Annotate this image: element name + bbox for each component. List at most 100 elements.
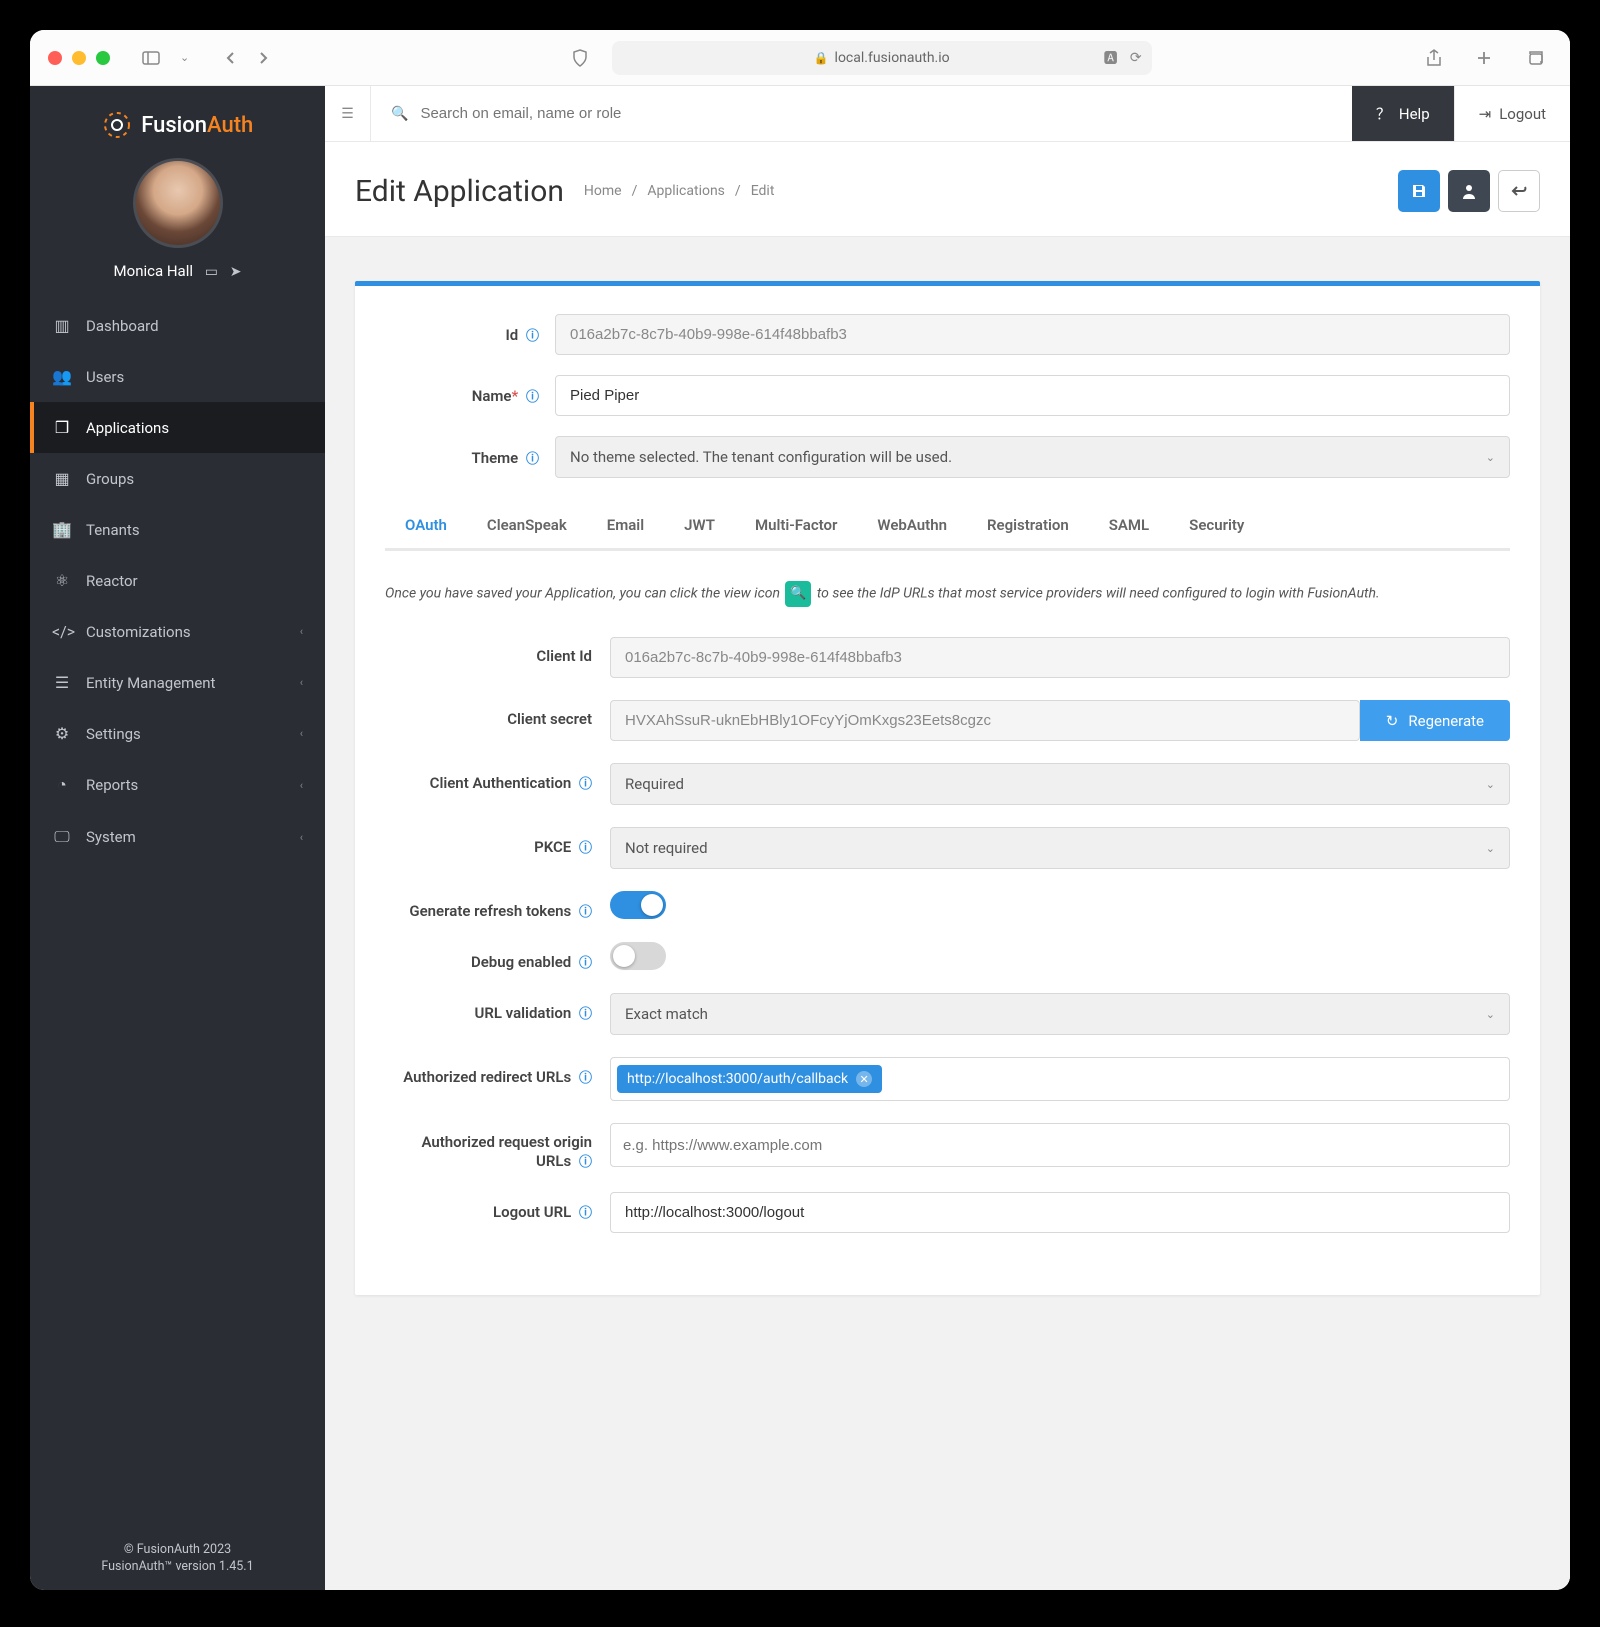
back-action-button[interactable] (1498, 170, 1540, 212)
crumb-applications[interactable]: Applications (647, 183, 725, 199)
user-name: Monica Hall (114, 262, 193, 280)
monitor-icon: 🖵 (52, 827, 72, 847)
traffic-lights (48, 51, 110, 65)
logout-url-field[interactable] (610, 1192, 1510, 1233)
remove-tag-icon[interactable]: ✕ (856, 1071, 872, 1087)
tab-multi-factor[interactable]: Multi-Factor (735, 502, 857, 551)
search-input[interactable] (420, 105, 1331, 122)
shield-icon[interactable] (564, 43, 596, 73)
view-icon: 🔍 (785, 581, 811, 607)
info-icon[interactable]: ⓘ (579, 1007, 592, 1022)
logout-icon: ⇥ (1479, 105, 1492, 123)
name-field[interactable] (555, 375, 1510, 416)
sidebar-item-entity-management[interactable]: ☰Entity Management‹ (30, 657, 325, 708)
client-secret-field (610, 700, 1360, 741)
info-icon[interactable]: ⓘ (526, 452, 539, 467)
theme-select[interactable]: No theme selected. The tenant configurat… (555, 436, 1510, 478)
info-icon[interactable]: ⓘ (526, 390, 539, 405)
page-title: Edit Application (355, 174, 564, 209)
card: Id ⓘ Name* ⓘ Theme ⓘ No theme selected. … (355, 281, 1540, 1295)
tab-security[interactable]: Security (1169, 502, 1264, 551)
redirect-urls-input[interactable]: http://localhost:3000/auth/callback✕ (610, 1057, 1510, 1101)
tab-webauthn[interactable]: WebAuthn (857, 502, 967, 551)
redirect-urls-label: Authorized redirect URLs (403, 1068, 571, 1086)
tab-saml[interactable]: SAML (1089, 502, 1169, 551)
logo: FusionAuth (30, 86, 325, 158)
refresh-tokens-toggle[interactable] (610, 891, 666, 919)
reload-icon[interactable]: ⟳ (1130, 50, 1142, 66)
tabs-icon[interactable] (1518, 43, 1552, 73)
back-button[interactable] (217, 45, 245, 71)
logout-button[interactable]: ⇥Logout (1454, 86, 1570, 141)
crumb-home[interactable]: Home (584, 183, 622, 199)
version: FusionAuth™ version 1.45.1 (30, 1559, 325, 1574)
close-window[interactable] (48, 51, 62, 65)
nav: ▥Dashboard 👥Users ❒Applications ▦Groups … (30, 300, 325, 1526)
sidebar-item-reactor[interactable]: ⚛Reactor (30, 555, 325, 606)
sidebar: FusionAuth Monica Hall ▭ ➤ ▥Dashboard 👥U… (30, 86, 325, 1590)
code-icon: </> (52, 622, 72, 641)
topbar: ☰ 🔍 ？Help ⇥Logout (325, 86, 1570, 142)
browser-titlebar: ⌄ 🔒 local.fusionauth.io 🅰 ⟳ (30, 30, 1570, 86)
sidebar-item-system[interactable]: 🖵System‹ (30, 811, 325, 863)
chevron-left-icon: ‹ (300, 727, 303, 740)
sidebar-item-users[interactable]: 👥Users (30, 351, 325, 402)
sidebar-item-dashboard[interactable]: ▥Dashboard (30, 300, 325, 351)
info-icon[interactable]: ⓘ (526, 329, 539, 344)
info-icon[interactable]: ⓘ (579, 1071, 592, 1086)
id-card-icon[interactable]: ▭ (205, 264, 218, 280)
page-header: Edit Application Home/ Applications/ Edi… (325, 142, 1570, 237)
pkce-select[interactable]: Not required⌄ (610, 827, 1510, 869)
translate-icon[interactable]: 🅰 (1104, 48, 1118, 68)
tab-registration[interactable]: Registration (967, 502, 1089, 551)
debug-toggle[interactable] (610, 942, 666, 970)
info-icon[interactable]: ⓘ (579, 905, 592, 920)
url-validation-select[interactable]: Exact match⌄ (610, 993, 1510, 1035)
info-icon[interactable]: ⓘ (579, 956, 592, 971)
main: ☰ 🔍 ？Help ⇥Logout Edit Application Home/… (325, 86, 1570, 1590)
tab-email[interactable]: Email (587, 502, 664, 551)
location-icon[interactable]: ➤ (230, 264, 242, 280)
client-auth-select[interactable]: Required⌄ (610, 763, 1510, 805)
forward-button[interactable] (249, 45, 277, 71)
help-button[interactable]: ？Help (1352, 86, 1454, 141)
tab-cleanspeak[interactable]: CleanSpeak (467, 502, 587, 551)
new-tab-icon[interactable] (1468, 43, 1500, 73)
list-icon: ☰ (52, 673, 72, 692)
info-icon[interactable]: ⓘ (579, 841, 592, 856)
sidebar-item-reports[interactable]: ◔Reports‹ (30, 759, 325, 811)
sidebar-toggle-icon[interactable] (134, 45, 168, 71)
chevron-down-icon: ⌄ (1486, 778, 1495, 791)
hamburger-icon[interactable]: ☰ (325, 86, 371, 141)
chevron-left-icon: ‹ (300, 831, 303, 844)
minimize-window[interactable] (72, 51, 86, 65)
chevron-down-icon[interactable]: ⌄ (172, 45, 197, 70)
content: Id ⓘ Name* ⓘ Theme ⓘ No theme selected. … (325, 237, 1570, 1590)
tab-oauth[interactable]: OAuth (385, 502, 467, 551)
share-icon[interactable] (1418, 43, 1450, 73)
maximize-window[interactable] (96, 51, 110, 65)
chevron-left-icon: ‹ (300, 779, 303, 792)
user-action-button[interactable] (1448, 170, 1490, 212)
info-icon[interactable]: ⓘ (579, 777, 592, 792)
sidebar-item-applications[interactable]: ❒Applications (30, 402, 325, 453)
sidebar-item-customizations[interactable]: </>Customizations‹ (30, 606, 325, 657)
regenerate-button[interactable]: ↻Regenerate (1360, 700, 1510, 741)
address-bar[interactable]: 🔒 local.fusionauth.io 🅰 ⟳ (612, 41, 1152, 75)
tabs: OAuth CleanSpeak Email JWT Multi-Factor … (385, 502, 1510, 551)
origin-url-add[interactable] (617, 1131, 1503, 1160)
tab-jwt[interactable]: JWT (664, 502, 735, 551)
sidebar-item-groups[interactable]: ▦Groups (30, 453, 325, 504)
sidebar-item-tenants[interactable]: 🏢Tenants (30, 504, 325, 555)
info-icon[interactable]: ⓘ (579, 1206, 592, 1221)
copyright: © FusionAuth 2023 (30, 1542, 325, 1557)
save-button[interactable] (1398, 170, 1440, 212)
chevron-left-icon: ‹ (300, 676, 303, 689)
chevron-down-icon: ⌄ (1486, 451, 1495, 464)
refresh-tokens-label: Generate refresh tokens (409, 902, 571, 920)
sidebar-item-settings[interactable]: ⚙Settings‹ (30, 708, 325, 759)
origin-urls-input[interactable] (610, 1123, 1510, 1167)
dashboard-icon: ▥ (52, 316, 72, 335)
avatar[interactable] (133, 158, 223, 248)
info-icon[interactable]: ⓘ (579, 1155, 592, 1170)
